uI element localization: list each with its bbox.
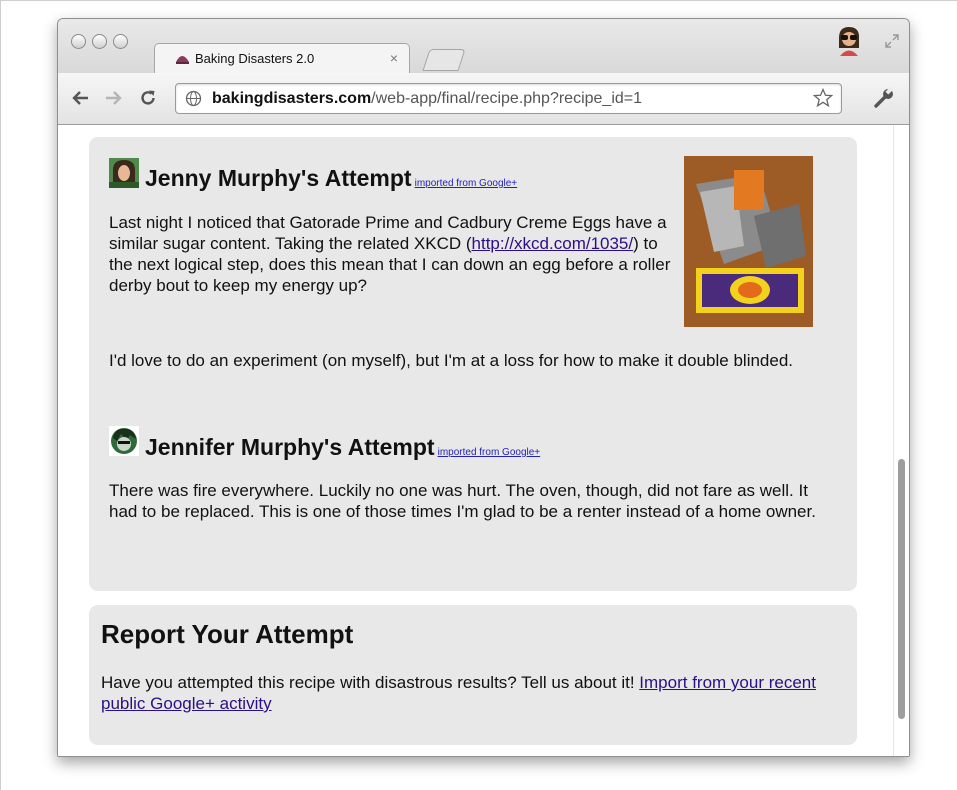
attempt-paragraph-jennifer-1: There was fire everywhere. Luckily no on… <box>109 481 816 521</box>
baking-disasters-favicon-icon <box>176 56 189 64</box>
tab-baking-disasters[interactable]: Baking Disasters 2.0 × <box>154 43 410 74</box>
tab-title: Baking Disasters 2.0 <box>195 51 315 66</box>
report-description: Have you attempted this recipe with disa… <box>101 673 640 692</box>
xkcd-link[interactable]: http://xkcd.com/1035/ <box>472 234 634 253</box>
address-bar[interactable]: bakingdisasters.com/web-app/final/recipe… <box>175 83 842 114</box>
reload-icon[interactable] <box>139 89 157 107</box>
new-tab-button[interactable] <box>422 49 466 71</box>
globe-icon <box>185 90 202 107</box>
wrench-icon[interactable] <box>873 87 895 109</box>
attempt-title-jennifer: Jennifer Murphy's Attempt imported from G… <box>145 434 540 461</box>
window-close-icon[interactable] <box>71 34 86 49</box>
back-arrow-icon[interactable] <box>72 89 90 107</box>
report-attempt-card: Report Your Attempt Have you attempted t… <box>89 605 857 745</box>
attempt-title-text: Jenny Murphy's Attempt <box>145 165 412 191</box>
frame-border-top <box>0 0 957 1</box>
user-profile-avatar-icon[interactable] <box>833 24 865 56</box>
tab-strip: Baking Disasters 2.0 × <box>58 19 909 81</box>
attempts-card: Jenny Murphy's Attempt imported from Goog… <box>89 137 857 591</box>
scrollbar-thumb[interactable] <box>898 459 905 719</box>
url-host: bakingdisasters.com <box>212 90 372 107</box>
attempt-title-text: Jennifer Murphy's Attempt <box>145 434 435 460</box>
url-text: bakingdisasters.com/web-app/final/recipe… <box>212 90 642 108</box>
report-text: Have you attempted this recipe with disa… <box>101 672 821 714</box>
browser-window: Baking Disasters 2.0 × bakingdisasters.c… <box>57 18 910 757</box>
jenny-avatar <box>109 158 139 188</box>
forward-arrow-icon[interactable] <box>104 89 122 107</box>
attempt-title-jenny: Jenny Murphy's Attempt imported from Goog… <box>145 165 517 192</box>
window-minimize-icon[interactable] <box>92 34 107 49</box>
attempt-paragraph-jenny-2: I'd love to do an experiment (on myself)… <box>109 351 794 370</box>
page-viewport[interactable]: Jenny Murphy's Attempt imported from Goog… <box>58 125 909 756</box>
url-path: /web-app/final/recipe.php?recipe_id=1 <box>371 90 643 107</box>
browser-toolbar: bakingdisasters.com/web-app/final/recipe… <box>58 73 909 125</box>
vertical-scrollbar[interactable] <box>893 125 909 756</box>
imported-from-google-link[interactable]: imported from Google+ <box>415 178 518 189</box>
imported-from-google-link[interactable]: imported from Google+ <box>438 447 541 458</box>
window-zoom-icon[interactable] <box>113 34 128 49</box>
tab-close-icon[interactable]: × <box>390 50 398 66</box>
attempt-paragraph-jenny-1: Last night I noticed that Gatorade Prime… <box>109 212 672 296</box>
bookmark-star-icon[interactable] <box>813 88 833 108</box>
fullscreen-icon[interactable] <box>884 33 900 49</box>
attempt-photo <box>684 156 813 327</box>
jennifer-avatar <box>109 426 139 456</box>
report-title: Report Your Attempt <box>101 619 354 649</box>
frame-border-left <box>0 0 1 790</box>
